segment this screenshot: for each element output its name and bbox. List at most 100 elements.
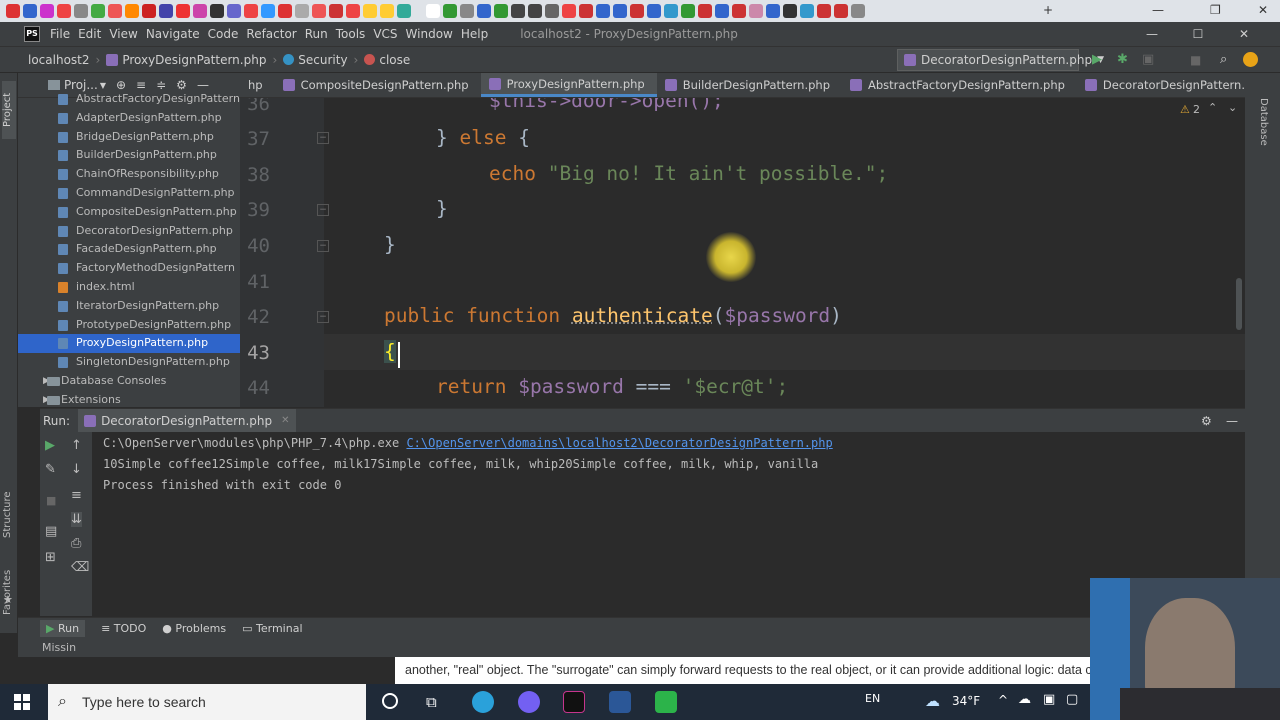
browser-tab-icon[interactable] xyxy=(715,4,729,18)
gmail-icon[interactable] xyxy=(6,4,20,18)
browser-tab-icon[interactable] xyxy=(57,4,71,18)
browser-tab-icon[interactable] xyxy=(244,4,258,18)
browser-tab-icon[interactable] xyxy=(630,4,644,18)
tree-item[interactable]: CommandDesignPattern.php xyxy=(18,184,240,203)
stop-icon[interactable]: ■ xyxy=(1190,53,1201,67)
menu-window[interactable]: Window xyxy=(406,27,461,41)
tree-folder[interactable]: ▶Database Consoles xyxy=(18,372,240,391)
fold-icon[interactable]: − xyxy=(317,204,329,216)
scroll-end-icon[interactable]: ⇊ xyxy=(71,512,82,527)
app-icon[interactable] xyxy=(655,691,677,713)
menu-vcs[interactable]: VCS xyxy=(373,27,405,41)
browser-tab-icon[interactable] xyxy=(783,4,797,18)
browser-tab-icon[interactable] xyxy=(312,4,326,18)
tool-tab-todo[interactable]: ≡ TODO xyxy=(101,622,146,635)
gear-icon[interactable]: ⚙ xyxy=(1201,414,1212,428)
trash-icon[interactable]: ⌫ xyxy=(71,560,89,575)
chevron-up-icon[interactable]: ^ xyxy=(998,693,1008,707)
project-tool-button[interactable]: Project xyxy=(2,81,16,139)
editor-tab[interactable]: DecoratorDesignPattern.php xyxy=(1077,73,1245,97)
update-icon[interactable] xyxy=(1243,52,1258,67)
browser-tab-icon[interactable] xyxy=(74,4,88,18)
browser-tab-icon[interactable] xyxy=(732,4,746,18)
browser-tab-icon[interactable] xyxy=(278,4,292,18)
tree-item[interactable]: PrototypeDesignPattern.php xyxy=(18,316,240,335)
tool-tab-problems[interactable]: ● Problems xyxy=(162,622,226,635)
chevron-up-icon[interactable]: ⌃ xyxy=(1208,101,1217,114)
tree-item[interactable]: IteratorDesignPattern.php xyxy=(18,297,240,316)
browser-tab-icon[interactable] xyxy=(494,4,508,18)
tree-item[interactable]: BuilderDesignPattern.php xyxy=(18,146,240,165)
database-tool-button[interactable]: Database xyxy=(1255,98,1269,158)
browser-tab-icon[interactable] xyxy=(545,4,559,18)
minimize-icon[interactable]: — xyxy=(1130,22,1174,46)
tree-item[interactable]: FactoryMethodDesignPattern xyxy=(18,259,240,278)
browser-tab-icon[interactable] xyxy=(443,4,457,18)
phpstorm-taskbar-icon[interactable] xyxy=(563,691,585,713)
fold-icon[interactable]: − xyxy=(317,132,329,144)
run-tab[interactable]: DecoratorDesignPattern.php ✕ xyxy=(78,408,296,433)
breadcrumb-method[interactable]: close xyxy=(379,53,410,67)
taskbar-search-input[interactable]: ⌕ Type here to search xyxy=(48,684,366,720)
tree-item-selected[interactable]: ProxyDesignPattern.php xyxy=(18,334,240,354)
browser-tab-icon[interactable] xyxy=(664,4,678,18)
browser-tab-icon[interactable] xyxy=(193,4,207,18)
run-console[interactable]: C:\OpenServer\modules\php\PHP_7.4\php.ex… xyxy=(40,432,1245,616)
editor-tab[interactable]: BuilderDesignPattern.php xyxy=(657,73,842,97)
console-file-link[interactable]: C:\OpenServer\domains\localhost2\Decorat… xyxy=(406,436,832,450)
tree-item[interactable]: AbstractFactoryDesignPattern xyxy=(18,90,240,109)
stop-icon[interactable]: ■ xyxy=(46,494,56,507)
menu-code[interactable]: Code xyxy=(208,27,247,41)
browser-tab-icon[interactable] xyxy=(647,4,661,18)
tree-item[interactable]: index.html xyxy=(18,278,240,297)
soft-wrap-icon[interactable]: ≡ xyxy=(71,488,82,503)
structure-tool-button[interactable]: Structure xyxy=(2,468,16,538)
browser-tab-icon[interactable] xyxy=(562,4,576,18)
editor-tab-active[interactable]: ProxyDesignPattern.php xyxy=(480,73,657,97)
menu-refactor[interactable]: Refactor xyxy=(246,27,304,41)
weather-icon[interactable]: ☁ xyxy=(925,692,940,710)
browser-tab-icon[interactable] xyxy=(23,4,37,18)
browser-tab-strip[interactable]: + — ❐ ✕ xyxy=(0,0,1280,22)
active-browser-tab[interactable] xyxy=(426,4,440,18)
browser-minimize-icon[interactable]: — xyxy=(1152,3,1164,17)
browser-tab-icon[interactable] xyxy=(817,4,831,18)
close-icon[interactable]: ✕ xyxy=(281,415,289,426)
breadcrumb-project[interactable]: localhost2 xyxy=(28,53,90,67)
maximize-icon[interactable]: ☐ xyxy=(1176,22,1220,46)
browser-tab-icon[interactable] xyxy=(91,4,105,18)
tree-item[interactable]: AdapterDesignPattern.php xyxy=(18,109,240,128)
browser-tab-icon[interactable] xyxy=(295,4,309,18)
editor-tab[interactable]: CompositeDesignPattern.php xyxy=(275,73,481,97)
debug-icon[interactable]: ✱ xyxy=(1117,52,1128,67)
fold-icon[interactable]: − xyxy=(317,311,329,323)
browser-tab-icon[interactable] xyxy=(329,4,343,18)
browser-close-icon[interactable]: ✕ xyxy=(1258,3,1268,17)
menu-file[interactable]: File xyxy=(50,27,78,41)
tree-item[interactable]: CompositeDesignPattern.php xyxy=(18,203,240,222)
tree-item[interactable]: BridgeDesignPattern.php xyxy=(18,128,240,147)
new-tab-icon[interactable]: + xyxy=(1043,3,1053,17)
pin-icon[interactable]: ⊞ xyxy=(45,550,56,565)
menu-help[interactable]: Help xyxy=(461,27,496,41)
browser-tab-icon[interactable] xyxy=(108,4,122,18)
menu-view[interactable]: View xyxy=(109,27,145,41)
browser-tab-icon[interactable] xyxy=(210,4,224,18)
browser-tab-icon[interactable] xyxy=(834,4,848,18)
browser-restore-icon[interactable]: ❐ xyxy=(1210,3,1221,17)
viber-icon[interactable] xyxy=(518,691,540,713)
windows-start-icon[interactable] xyxy=(14,694,30,710)
browser-tab-icon[interactable] xyxy=(800,4,814,18)
tree-item[interactable]: ChainOfResponsibility.php xyxy=(18,165,240,184)
print-icon[interactable]: ⎙ xyxy=(71,536,81,551)
run-icon[interactable]: ▶ xyxy=(1092,52,1102,67)
rerun-icon[interactable]: ▶ xyxy=(45,438,55,453)
browser-tab-icon[interactable] xyxy=(851,4,865,18)
browser-tab-icon[interactable] xyxy=(40,4,54,18)
cloud-icon[interactable]: ☁ xyxy=(1018,692,1031,707)
browser-tab-icon[interactable] xyxy=(681,4,695,18)
editor-tab[interactable]: AbstractFactoryDesignPattern.php xyxy=(842,73,1077,97)
menu-run[interactable]: Run xyxy=(305,27,336,41)
tool-tab-terminal[interactable]: ▭ Terminal xyxy=(242,622,302,635)
browser-tab-icon[interactable] xyxy=(125,4,139,18)
